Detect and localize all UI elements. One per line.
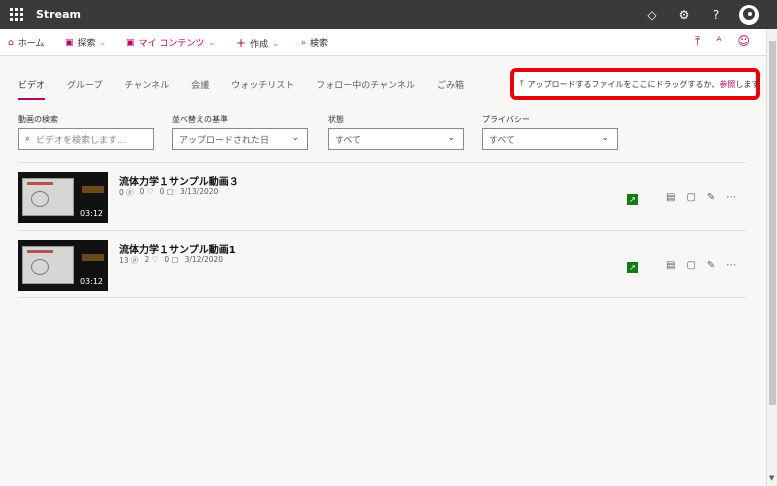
chevron-down-icon: ⌄ — [291, 133, 299, 143]
upload-icon: ⤒ — [520, 79, 524, 88]
tab-group[interactable]: グループ — [67, 78, 102, 100]
search-icon: ⌕ — [301, 37, 307, 48]
search-icon: ⌕ — [25, 134, 31, 144]
scroll-down-icon[interactable]: ▼ — [769, 474, 774, 482]
video-meta: 13 ⓟ 2 ♡ 0 ▢ 3/12/2020 — [119, 255, 224, 265]
chevron-down-icon: ⌄ — [99, 38, 107, 47]
comment-count: 0 — [159, 187, 165, 196]
person-icon[interactable]: ᴬ — [716, 34, 721, 49]
privacy-dropdown[interactable]: すべて ⌄ — [482, 128, 618, 150]
comment-count: 0 — [164, 255, 170, 264]
video-meta: 0 ⓟ 0 ♡ 0 ▢ 3/13/2020 — [119, 187, 219, 197]
search-placeholder: ビデオを検索します... — [36, 135, 126, 146]
share-icon[interactable]: ▢ — [686, 192, 695, 203]
nav-home[interactable]: ⌂ ホーム — [8, 36, 45, 50]
main-nav: ⌂ ホーム ▣ 探索 ⌄ ▣ マイ コンテンツ ⌄ + 作成 ⌄ ⌕ 検索 ⤒ ᴬ ☺ — [0, 29, 766, 56]
privacy-label: プライバシー — [482, 115, 530, 124]
sort-dropdown[interactable]: アップロードされた日 ⌄ — [172, 128, 308, 150]
tab-watchlist[interactable]: ウォッチリスト — [231, 78, 294, 100]
state-value: すべて — [335, 135, 362, 146]
explore-icon: ▣ — [65, 37, 74, 48]
upload-dropzone[interactable]: ⤒ アップロードするファイルをここにドラッグするか、 参照 します — [510, 68, 760, 100]
avatar[interactable] — [739, 5, 759, 25]
video-title[interactable]: 流体力学１サンプル動画３ — [119, 173, 239, 188]
video-thumbnail[interactable]: 03:12 — [18, 172, 108, 223]
feedback-smile-icon[interactable]: ☺ — [737, 34, 750, 49]
search-label: 動画の検索 — [18, 115, 58, 124]
video-row[interactable]: 03:12 流体力学１サンプル動画1 13 ⓟ 2 ♡ 0 ▢ 3/12/2020 ↗… — [18, 230, 746, 298]
chevron-down-icon: ⌄ — [601, 133, 609, 143]
video-row[interactable]: 03:12 流体力学１サンプル動画３ 0 ⓟ 0 ♡ 0 ▢ 3/13/2020 ↗ … — [18, 162, 746, 230]
tab-video[interactable]: ビデオ — [18, 78, 46, 100]
tab-trash[interactable]: ごみ箱 — [437, 78, 464, 100]
tab-bar: ビデオ グループ チャンネル 会議 ウォッチリスト フォロー中のチャンネル ごみ… — [18, 78, 486, 100]
video-title[interactable]: 流体力学１サンプル動画1 — [119, 241, 236, 256]
top-bar: Stream ◇ ⚙ ? — [0, 0, 777, 29]
sort-value: アップロードされた日 — [179, 135, 270, 146]
upload-date: 3/12/2020 — [184, 255, 224, 264]
nav-home-label: ホーム — [17, 39, 45, 49]
duration-label: 03:12 — [79, 277, 103, 286]
nav-create[interactable]: + 作成 ⌄ — [236, 36, 279, 50]
nav-explore[interactable]: ▣ 探索 ⌄ — [65, 36, 107, 50]
plus-icon: + — [236, 36, 247, 50]
scrollbar-thumb[interactable] — [769, 41, 776, 405]
filter-bar: 動画の検索 ⌕ ビデオを検索します... 並べ替えの基準 アップロードされた日 ⌄ … — [18, 114, 777, 154]
duration-label: 03:12 — [79, 209, 103, 218]
tab-meeting[interactable]: 会議 — [191, 78, 209, 100]
tab-channel[interactable]: チャンネル — [124, 78, 169, 100]
upload-suffix: します — [735, 79, 760, 89]
nav-mycontent[interactable]: ▣ マイ コンテンツ ⌄ — [126, 36, 216, 50]
upload-text: アップロードするファイルをここにドラッグするか、 — [527, 79, 720, 89]
state-dropdown[interactable]: すべて ⌄ — [328, 128, 464, 150]
nav-mycontent-label: マイ コンテンツ — [138, 39, 205, 49]
nav-create-label: 作成 — [250, 39, 269, 50]
state-label: 状態 — [328, 115, 344, 124]
nav-search[interactable]: ⌕ 検索 — [301, 36, 329, 50]
app-launcher-icon[interactable] — [10, 8, 23, 21]
like-count: 2 — [144, 255, 150, 264]
video-search-input[interactable]: ⌕ ビデオを検索します... — [18, 128, 154, 150]
upload-icon[interactable]: ⤒ — [695, 34, 700, 49]
gear-icon[interactable]: ⚙ — [675, 6, 693, 24]
bell-icon[interactable]: ◇ — [643, 6, 661, 24]
status-icon: ↗ — [627, 194, 638, 205]
nav-search-label: 検索 — [310, 39, 329, 49]
video-list: 03:12 流体力学１サンプル動画３ 0 ⓟ 0 ♡ 0 ▢ 3/13/2020 ↗ … — [18, 162, 746, 298]
chevron-down-icon: ⌄ — [208, 38, 216, 47]
edit-icon[interactable]: ✎ — [707, 260, 715, 271]
more-icon[interactable]: ⋯ — [726, 260, 736, 271]
home-icon: ⌂ — [8, 37, 14, 48]
browse-link[interactable]: 参照 — [719, 79, 735, 90]
add-to-watchlist-icon[interactable]: ▤ — [666, 192, 675, 203]
nav-explore-label: 探索 — [77, 39, 96, 49]
scrollbar[interactable]: ▼ — [766, 29, 777, 486]
video-thumbnail[interactable]: 03:12 — [18, 240, 108, 291]
status-icon: ↗ — [627, 262, 638, 273]
help-icon[interactable]: ? — [707, 6, 725, 24]
tab-followed-channels[interactable]: フォロー中のチャンネル — [316, 78, 415, 100]
edit-icon[interactable]: ✎ — [707, 192, 715, 203]
app-name[interactable]: Stream — [36, 8, 81, 21]
more-icon[interactable]: ⋯ — [726, 192, 736, 203]
like-count: 0 — [139, 187, 145, 196]
share-icon[interactable]: ▢ — [686, 260, 695, 271]
upload-date: 3/13/2020 — [179, 187, 219, 196]
chevron-down-icon: ⌄ — [447, 133, 455, 143]
sort-label: 並べ替えの基準 — [172, 115, 228, 124]
add-to-watchlist-icon[interactable]: ▤ — [666, 260, 675, 271]
chevron-down-icon: ⌄ — [272, 38, 279, 48]
mycontent-icon: ▣ — [126, 37, 135, 48]
privacy-value: すべて — [489, 135, 516, 146]
view-count: 0 — [119, 188, 124, 197]
view-count: 13 — [119, 256, 129, 265]
